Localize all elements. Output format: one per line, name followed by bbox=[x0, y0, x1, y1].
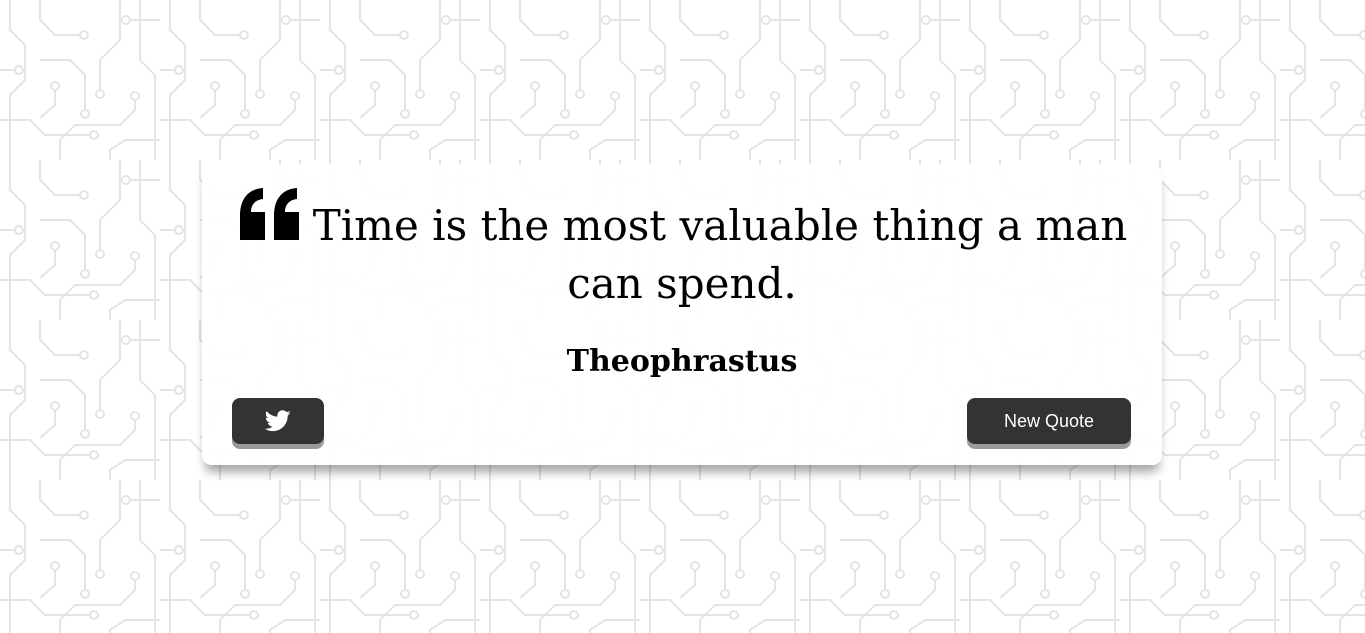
twitter-icon bbox=[265, 410, 291, 432]
quote-left-icon bbox=[237, 186, 303, 244]
quote-card: Time is the most valuable thing a man ca… bbox=[202, 164, 1162, 465]
quote-text-block: Time is the most valuable thing a man ca… bbox=[232, 186, 1132, 313]
new-quote-button[interactable]: New Quote bbox=[967, 398, 1131, 444]
quote-text: Time is the most valuable thing a man ca… bbox=[312, 201, 1128, 308]
quote-author: Theophrastus bbox=[566, 344, 798, 379]
tweet-button[interactable] bbox=[232, 398, 324, 444]
